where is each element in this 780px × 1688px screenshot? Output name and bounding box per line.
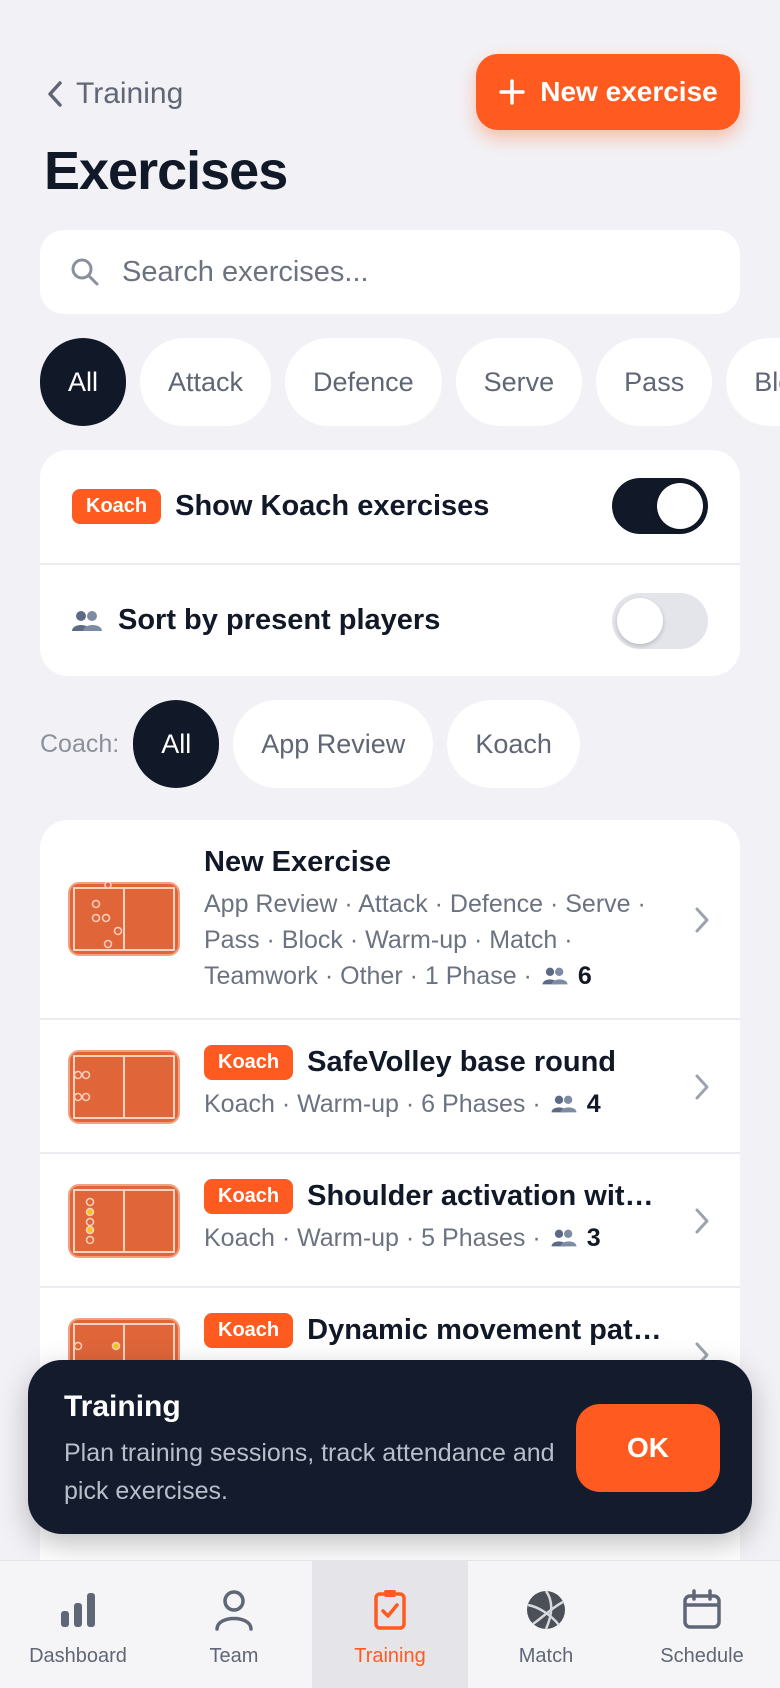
player-count: 6 [577,962,592,990]
volleyball-icon [527,1590,565,1630]
exercise-title: Dynamic movement patte... [307,1313,668,1346]
show-koach-row: Koach Show Koach exercises [40,450,740,563]
coach-filter: Coach: All App Review Koach [40,700,580,788]
coach-chip-app-review[interactable]: App Review [233,700,434,788]
exercise-row[interactable]: Koach SafeVolley base round Koach · Warm… [40,1020,740,1154]
chevron-right-icon [695,1074,709,1100]
tab-training[interactable]: Training [312,1561,468,1688]
tab-label: Team [209,1645,259,1667]
exercise-meta: App Review · Attack · Defence · Serve · [204,890,646,918]
koach-badge: Koach [72,489,162,524]
exercise-title: Shoulder activation with ... [307,1179,668,1212]
show-koach-label: Show Koach exercises [175,490,490,522]
player-count: 4 [586,1090,601,1118]
show-koach-toggle[interactable] [612,478,708,534]
toast-title: Training [64,1390,181,1423]
clipboard-check-icon [374,1590,406,1630]
chip-block[interactable]: Block [726,338,780,426]
chip-serve[interactable]: Serve [455,338,583,426]
tab-label: Training [354,1645,426,1667]
exercise-row[interactable]: New Exercise App Review · Attack · Defen… [40,820,740,1020]
tab-dashboard[interactable]: Dashboard [0,1561,156,1688]
exercise-meta: Teamwork · Other · 1 Phase · [204,962,532,990]
sort-present-label: Sort by present players [118,604,441,636]
chevron-left-icon [48,81,62,107]
exercise-row[interactable]: Koach Shoulder activation with ... Koach… [40,1154,740,1288]
back-label: Training [76,77,184,110]
back-button[interactable]: Training [44,72,183,116]
koach-badge: Koach [204,1312,294,1348]
toggle-knob [617,598,663,644]
calendar-icon [683,1589,721,1629]
chip-defence[interactable]: Defence [285,338,442,426]
chip-attack[interactable]: Attack [140,338,272,426]
chevron-right-icon [695,1208,709,1234]
people-icon [551,1228,577,1248]
new-exercise-button[interactable]: New exercise [476,54,740,130]
tab-team[interactable]: Team [156,1561,312,1688]
exercise-meta: Koach · Warm-up · 5 Phases · [204,1224,541,1252]
koach-badge: Koach [204,1044,294,1080]
new-exercise-label: New exercise [540,76,718,107]
chip-pass[interactable]: Pass [596,338,713,426]
koach-badge: Koach [204,1178,294,1214]
coach-chip-all[interactable]: All [133,700,220,788]
toggle-knob [657,483,703,529]
plus-icon [499,79,526,105]
player-count: 3 [586,1224,601,1252]
category-chips: All Attack Defence Serve Pass Block [40,338,780,426]
sort-present-toggle[interactable] [612,593,708,649]
person-icon [215,1590,253,1631]
chip-all[interactable]: All [40,338,127,426]
sort-present-row: Sort by present players [40,563,740,676]
ok-button[interactable]: OK [576,1404,720,1492]
exercise-title: New Exercise [204,845,392,878]
exercise-title: SafeVolley base round [307,1045,617,1078]
toggle-card: Koach Show Koach exercises Sort by prese… [40,450,740,676]
tab-schedule[interactable]: Schedule [624,1561,780,1688]
search-icon [71,258,99,286]
chevron-right-icon [695,907,709,933]
people-icon [551,1094,577,1114]
people-icon [542,966,568,986]
search-bar[interactable] [40,230,740,314]
page-title: Exercises [44,141,288,201]
court-thumbnail [68,882,180,956]
search-input[interactable] [122,255,682,289]
toast-text: Plan training sessions, track attendance… [64,1439,555,1505]
court-thumbnail [68,1184,180,1258]
coach-chip-koach[interactable]: Koach [447,700,580,788]
tab-match[interactable]: Match [468,1561,624,1688]
tab-label: Dashboard [29,1645,127,1667]
tab-label: Schedule [660,1645,744,1667]
exercise-meta: Koach · Warm-up · 6 Phases · [204,1090,541,1118]
onboarding-toast: Training Plan training sessions, track a… [28,1360,752,1534]
bar-chart-icon [61,1593,95,1627]
exercise-meta: Pass · Block · Warm-up · Match · [204,926,573,954]
tab-bar: Dashboard Team Training Match Schedule [0,1560,780,1688]
court-thumbnail [68,1050,180,1124]
tab-label: Match [518,1645,574,1667]
header: Training New exercise Exercises [0,0,780,220]
coach-filter-label: Coach: [40,729,120,758]
people-icon [72,609,102,633]
